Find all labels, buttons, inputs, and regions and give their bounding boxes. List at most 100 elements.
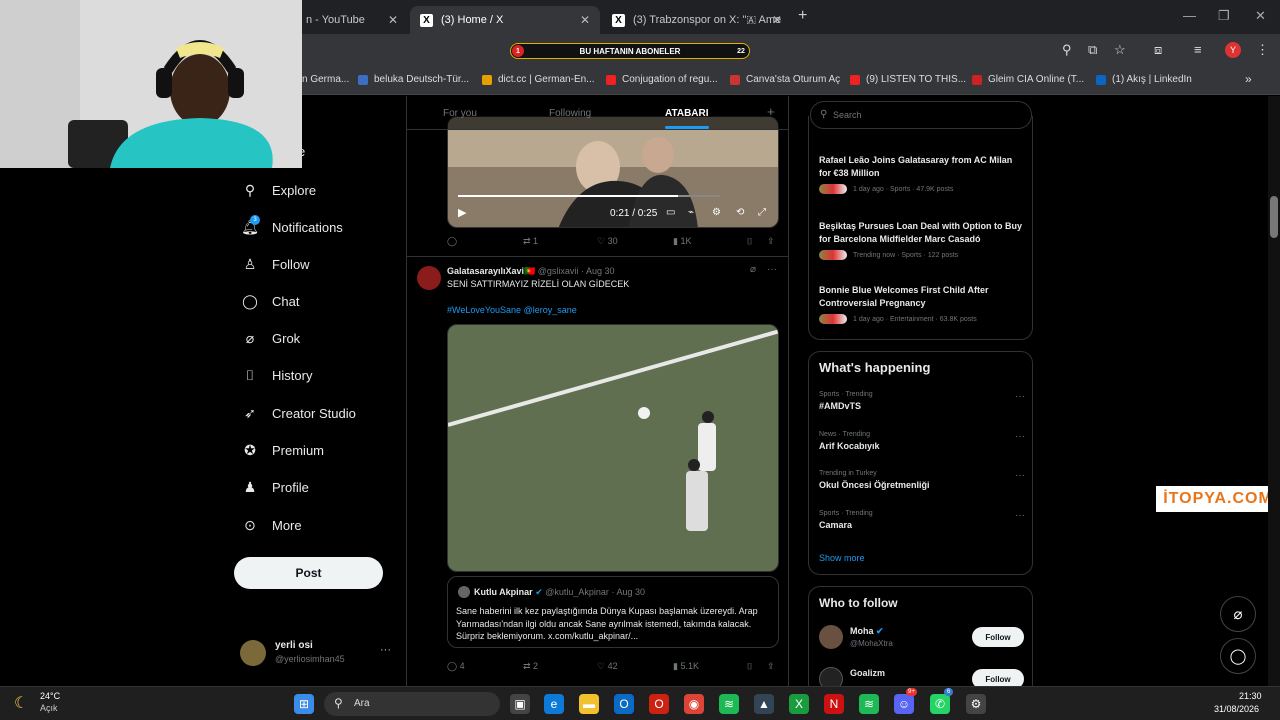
close-icon[interactable]: ✕ [388,13,398,27]
edge-icon[interactable]: e [544,694,564,714]
app-triangle-icon[interactable]: ▲ [754,694,774,714]
weather-temp[interactable]: 24°C [40,691,60,701]
trend-more-icon[interactable]: ··· [1015,470,1025,481]
share-icon[interactable]: ⇪ [767,661,775,672]
tab-home-x[interactable]: X (3) Home / X ✕ [410,6,600,34]
opera-icon[interactable]: O [649,694,669,714]
more-bookmarks-button[interactable]: » [1245,72,1252,86]
tab-youtube[interactable]: n - YouTube ✕ [296,6,408,34]
search-input[interactable]: Search [833,110,862,120]
views-icon[interactable]: ▮ 1K [673,236,691,247]
messages-fab-button[interactable]: ◯ [1220,638,1256,674]
sidebar-item-profile[interactable]: ♟ Profile [240,479,309,496]
bookmark-item[interactable]: Gleim CIA Online (T... [972,74,1084,85]
windows-start-icon[interactable]: ⊞ [294,694,314,714]
sidebar-item-grok[interactable]: ⌀ Grok [240,330,300,347]
sidebar-item-explore[interactable]: ⚲ Explore [240,182,316,199]
spotify-icon[interactable]: ≋ [719,694,739,714]
settings-icon[interactable]: ⚙ [712,207,721,218]
close-window-button[interactable]: ✕ [1255,8,1266,24]
reply-icon[interactable]: ◯ [447,236,457,247]
new-tab-button[interactable]: + [798,7,807,25]
share-icon[interactable]: ⇪ [767,236,775,247]
close-icon[interactable]: ✕ [580,13,590,27]
bookmark-item[interactable]: dict.cc | German-En... [482,74,595,85]
fullscreen-icon[interactable]: ⤢ [758,207,766,218]
grok-fab-button[interactable]: ⌀ [1220,596,1256,632]
captions-icon[interactable]: ▭ [666,207,675,218]
outlook-icon[interactable]: O [614,694,634,714]
show-more-link[interactable]: Show more [819,553,865,563]
bookmark-icon[interactable]: ⌷ [747,236,752,247]
sidebar-item-more[interactable]: ⊙ More [240,517,302,534]
avatar[interactable] [417,266,441,290]
scrollbar-thumb[interactable] [1270,196,1278,238]
bookmark-item[interactable]: (9) LISTEN TO THIS... [850,74,966,85]
bookmark-icon[interactable]: ⌷ [747,661,752,672]
tweet-more-icon[interactable]: ··· [767,264,777,275]
file-explorer-icon[interactable]: ▬ [579,694,599,714]
sidebar-item-premium[interactable]: ✪ Premium [240,442,324,459]
app-icon[interactable]: ⚙ [966,694,986,714]
trend-item[interactable]: Trending in Turkey Okul Öncesi Öğretmenl… [819,470,1025,490]
bookmark-item[interactable]: n Germa... [302,74,349,85]
tweet-hashtags[interactable]: #WeLoveYouSane @leroy_sane [447,305,577,315]
follow-suggestion[interactable]: Moha ✔ @MohaXtra Follow [819,625,1024,655]
tweet-video[interactable] [447,324,779,572]
post-button[interactable]: Post [234,557,383,589]
menu-icon[interactable]: ⋮ [1256,42,1269,58]
tab-for-you[interactable]: For you [443,108,477,119]
chrome-icon[interactable]: ◉ [684,694,704,714]
like-icon[interactable]: ♡ 30 [597,236,618,247]
cast-icon[interactable]: ⧉ [1088,42,1097,58]
trend-more-icon[interactable]: ··· [1015,431,1025,442]
scrollbar[interactable] [1268,96,1280,686]
netflix-icon[interactable]: N [824,694,844,714]
search-bar[interactable]: ⚲ Search [810,101,1032,129]
video-player[interactable]: ▶ 0:21 / 0:25 ▭ ⌁ ⚙ ⟲ ⤢ [447,116,779,228]
clock-time[interactable]: 21:30 [1239,691,1262,701]
account-switcher[interactable]: yerli osi @yerliosimhan45 ··· [240,638,400,670]
trend-more-icon[interactable]: ··· [1015,510,1025,521]
minimize-button[interactable]: — [1183,8,1196,23]
sidebar-item-history[interactable]: ⌷ History [240,367,313,384]
loop-icon[interactable]: ⟲ [736,207,744,218]
sidebar-item-notifications[interactable]: 🔔︎ 3 Notifications [240,215,343,236]
sidebar-item-creator-studio[interactable]: ➶ Creator Studio [240,405,356,422]
repost-icon[interactable]: ⇄ 1 [523,236,538,247]
moon-icon[interactable]: ☾ [14,693,28,713]
like-icon[interactable]: ♡ 42 [597,661,618,672]
news-item[interactable]: Rafael Leão Joins Galatasaray from AC Mi… [819,154,1024,194]
tweet-date[interactable]: · Aug 30 [581,266,615,276]
weather-desc[interactable]: Açık [40,703,58,713]
bookmark-item[interactable]: Conjugation of regu... [606,74,718,85]
task-view-icon[interactable]: ▣ [510,694,530,714]
mute-icon[interactable]: ⌁ [688,207,694,218]
bookmark-item[interactable]: (1) Akış | LinkedIn [1096,74,1192,85]
news-item[interactable]: Beşiktaş Pursues Loan Deal with Option t… [819,220,1024,260]
repost-icon[interactable]: ⇄ 2 [523,661,538,672]
excel-icon[interactable]: X [789,694,809,714]
sidebar-item-chat[interactable]: ◯ Chat [240,293,299,310]
extensions-icon[interactable]: ⧈ [1154,42,1162,58]
tweet-author-name[interactable]: GalatasarayılıXavi🇵🇹 [447,266,535,276]
sidebar-item-follow[interactable]: ♙ Follow [240,256,310,273]
whatsapp-icon[interactable]: ✆ 6 [930,688,954,714]
close-icon[interactable]: ✕ [772,13,782,27]
grok-icon[interactable]: ⌀ [750,264,756,275]
tab-following[interactable]: Following [549,108,591,119]
video-progress-track[interactable] [458,195,720,197]
profile-avatar[interactable]: Y [1225,42,1241,58]
maximize-button[interactable]: ❐ [1218,8,1230,24]
add-tab-button[interactable]: + [767,104,775,119]
star-icon[interactable]: ☆ [1114,42,1126,58]
play-icon[interactable]: ▶ [458,206,466,219]
trend-item[interactable]: News · Trending Arif Kocabıyık ··· [819,431,1025,451]
taskbar-search-input[interactable]: Ara [354,698,370,709]
spotify-icon[interactable]: ≋ [859,694,879,714]
bookmark-item[interactable]: beluka Deutsch-Tür... [358,74,469,85]
tab-trabzonspor[interactable]: X (3) Trabzonspor on X: "🇦 Ame ✕ [602,6,792,34]
trend-item[interactable]: Sports · Trending #AMDvTS ··· [819,391,1025,411]
account-more-icon[interactable]: ··· [380,644,391,656]
media-icon[interactable]: ≡ [1194,42,1202,57]
